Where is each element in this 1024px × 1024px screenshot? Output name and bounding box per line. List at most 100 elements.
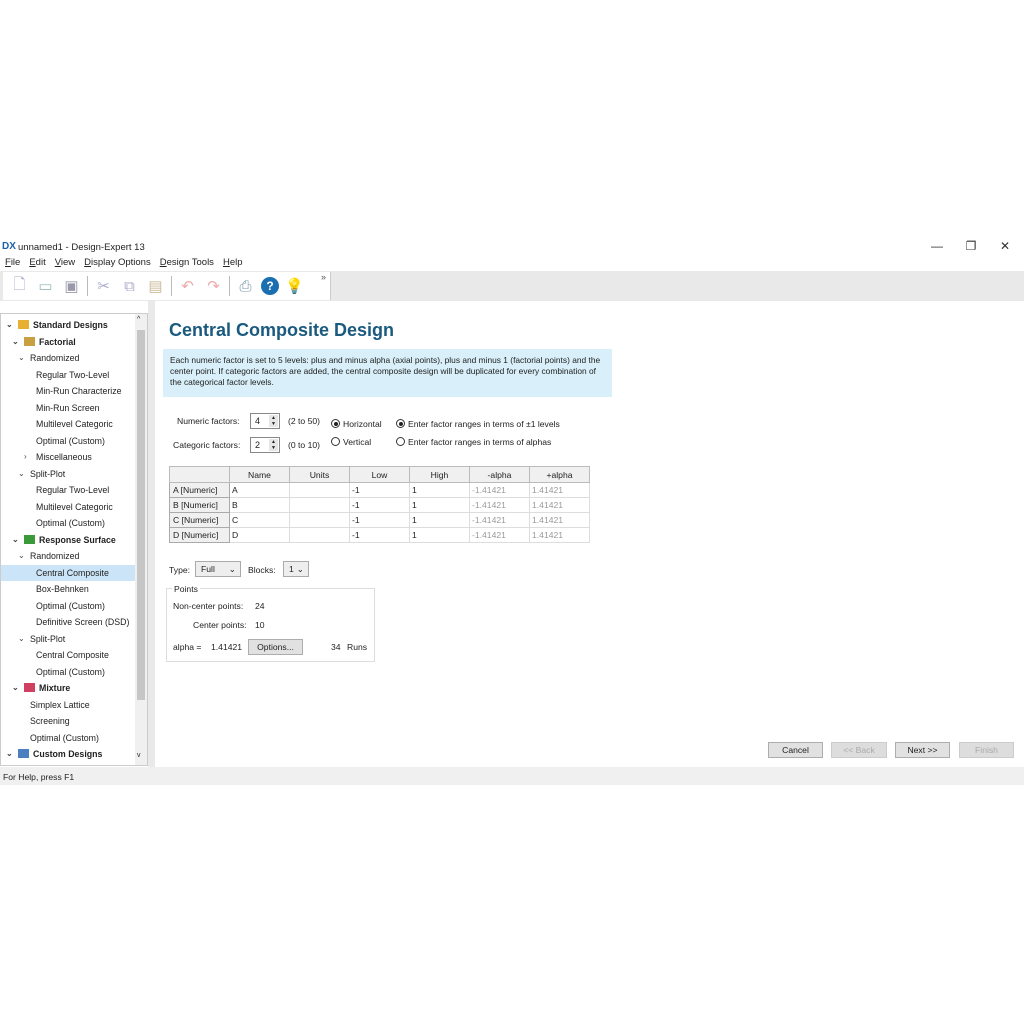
table-cell[interactable]: D bbox=[229, 527, 290, 543]
chevron-down-icon[interactable]: ⌄ bbox=[6, 746, 13, 762]
tree-item[interactable]: Optimal (Custom) bbox=[1, 433, 135, 449]
tree-item[interactable]: Optimal (Custom) bbox=[1, 598, 135, 614]
table-cell[interactable]: -1 bbox=[349, 512, 410, 528]
tree-item[interactable]: Box-Behnken bbox=[1, 581, 135, 597]
cancel-button[interactable]: Cancel bbox=[768, 742, 823, 758]
table-cell[interactable]: -1 bbox=[349, 497, 410, 513]
tree-item[interactable]: › Miscellaneous bbox=[1, 449, 135, 465]
print-icon[interactable]: ⎙ bbox=[235, 276, 256, 297]
save-icon[interactable]: ▣ bbox=[61, 276, 82, 297]
table-cell[interactable]: 1 bbox=[409, 512, 470, 528]
tree-item[interactable]: Multilevel Categoric bbox=[1, 416, 135, 432]
menu-design-tools[interactable]: Design Tools bbox=[160, 257, 214, 268]
range-levels-radio[interactable]: Enter factor ranges in terms of ±1 level… bbox=[396, 419, 560, 429]
table-cell[interactable]: B bbox=[229, 497, 290, 513]
minimize-button[interactable]: — bbox=[927, 239, 947, 253]
tree-item[interactable]: Optimal (Custom) bbox=[1, 730, 135, 746]
back-button[interactable]: << Back bbox=[831, 742, 887, 758]
tree-item[interactable]: Central Composite bbox=[1, 647, 135, 663]
undo-icon[interactable]: ↶ bbox=[177, 276, 198, 297]
table-cell[interactable] bbox=[289, 512, 350, 528]
chevron-down-icon[interactable]: ⌄ bbox=[18, 548, 25, 564]
table-cell[interactable]: -1 bbox=[349, 482, 410, 498]
chevron-down-icon[interactable]: ⌄ bbox=[18, 350, 25, 366]
table-row: A [Numeric] A -1 1 -1.41421 1.41421 bbox=[169, 482, 590, 498]
scrollbar-thumb[interactable] bbox=[137, 330, 145, 700]
new-file-icon[interactable]: 🗋 bbox=[9, 276, 30, 297]
table-cell[interactable]: C bbox=[229, 512, 290, 528]
tree-item-label: Randomized bbox=[30, 353, 80, 363]
close-button[interactable]: ✕ bbox=[995, 239, 1015, 253]
tree-item[interactable]: Min-Run Screen bbox=[1, 400, 135, 416]
menu-edit[interactable]: Edit bbox=[29, 257, 45, 268]
cut-icon[interactable]: ✂ bbox=[93, 276, 114, 297]
menu-file[interactable]: File bbox=[5, 257, 20, 268]
table-cell[interactable]: 1 bbox=[409, 527, 470, 543]
noncenter-value[interactable]: 24 bbox=[255, 601, 265, 611]
toolbar-overflow-icon[interactable]: » bbox=[321, 272, 326, 282]
redo-icon[interactable]: ↷ bbox=[203, 276, 224, 297]
tree-item[interactable]: ⌄ Split-Plot bbox=[1, 466, 135, 482]
tree-item[interactable]: Optimal (Custom) bbox=[1, 515, 135, 531]
paste-icon[interactable]: ▤ bbox=[145, 276, 166, 297]
tree-item[interactable]: Regular Two-Level bbox=[1, 482, 135, 498]
range-alphas-radio[interactable]: Enter factor ranges in terms of alphas bbox=[396, 437, 551, 447]
table-cell[interactable]: 1 bbox=[409, 482, 470, 498]
menu-help[interactable]: Help bbox=[223, 257, 243, 268]
table-cell[interactable]: -1 bbox=[349, 527, 410, 543]
tree-item[interactable]: Central Composite bbox=[1, 564, 135, 581]
type-select[interactable]: Full ⌄ bbox=[195, 561, 241, 577]
tree-item-label: Mixture bbox=[39, 683, 71, 693]
tree-item[interactable]: Definitive Screen (DSD) bbox=[1, 614, 135, 630]
table-cell[interactable] bbox=[289, 527, 350, 543]
next-button[interactable]: Next >> bbox=[895, 742, 950, 758]
table-cell[interactable] bbox=[289, 497, 350, 513]
horizontal-radio[interactable]: Horizontal bbox=[331, 419, 382, 429]
restore-button[interactable]: ❐ bbox=[961, 239, 981, 253]
tip-lightbulb-icon[interactable]: 💡 bbox=[284, 276, 305, 297]
tree-item[interactable]: ⌄ Randomized bbox=[1, 548, 135, 564]
options-button[interactable]: Options... bbox=[248, 639, 303, 655]
tree-item-label: Split-Plot bbox=[30, 633, 66, 644]
tree-item[interactable]: Simplex Lattice bbox=[1, 697, 135, 713]
copy-icon[interactable]: ⧉ bbox=[119, 276, 140, 297]
help-icon[interactable]: ? bbox=[261, 277, 279, 295]
tree-scrollbar[interactable]: ^ v bbox=[135, 314, 147, 765]
alpha-label: alpha = bbox=[173, 642, 202, 652]
chevron-down-icon[interactable]: ⌄ bbox=[12, 334, 19, 350]
tree-item-label: Min-Run Characterize bbox=[36, 386, 122, 396]
tree-item[interactable]: Screening bbox=[1, 713, 135, 729]
blocks-select[interactable]: 1 ⌄ bbox=[283, 561, 309, 577]
chevron-down-icon[interactable]: ⌄ bbox=[18, 466, 25, 482]
tree-item[interactable]: ⌄ Response Surface bbox=[1, 532, 135, 548]
tree-item[interactable]: Optimal (Custom) bbox=[1, 664, 135, 680]
tree-item[interactable]: Multilevel Categoric bbox=[1, 499, 135, 515]
table-cell[interactable]: 1 bbox=[409, 497, 470, 513]
chevron-down-icon[interactable]: ⌄ bbox=[6, 317, 13, 333]
numeric-factors-stepper[interactable]: 4 ▲ ▼ bbox=[250, 413, 280, 429]
chevron-right-icon[interactable]: › bbox=[24, 449, 27, 465]
splitter[interactable] bbox=[148, 301, 155, 767]
table-cell[interactable]: A bbox=[229, 482, 290, 498]
menu-view[interactable]: View bbox=[55, 257, 75, 268]
menu-display-options[interactable]: Display Options bbox=[84, 257, 151, 268]
chevron-down-icon[interactable]: ⌄ bbox=[12, 680, 19, 696]
page-title: Central Composite Design bbox=[169, 320, 395, 340]
tree-item[interactable]: Regular Two-Level bbox=[1, 367, 135, 383]
vertical-radio[interactable]: Vertical bbox=[331, 437, 371, 447]
table-cell[interactable] bbox=[289, 482, 350, 498]
tree-item[interactable]: ⌄ Split-Plot bbox=[1, 631, 135, 647]
tree-item[interactable]: ⌄ Custom Designs bbox=[1, 746, 135, 762]
categoric-factors-stepper[interactable]: 2 ▲ ▼ bbox=[250, 437, 280, 453]
center-value[interactable]: 10 bbox=[255, 620, 265, 630]
open-folder-icon[interactable]: ▭ bbox=[35, 276, 56, 297]
tree-item[interactable]: ⌄ Mixture bbox=[1, 680, 135, 696]
tree-item-label: Box-Behnken bbox=[36, 584, 89, 594]
tree-item[interactable]: ⌄ Randomized bbox=[1, 350, 135, 366]
tree-item[interactable]: Min-Run Characterize bbox=[1, 383, 135, 399]
chevron-down-icon[interactable]: ⌄ bbox=[12, 532, 19, 548]
tree-item[interactable]: ⌄ Factorial bbox=[1, 334, 135, 350]
tree-item[interactable]: ⌄ Standard Designs bbox=[1, 317, 135, 333]
finish-button[interactable]: Finish bbox=[959, 742, 1014, 758]
chevron-down-icon[interactable]: ⌄ bbox=[18, 631, 25, 647]
